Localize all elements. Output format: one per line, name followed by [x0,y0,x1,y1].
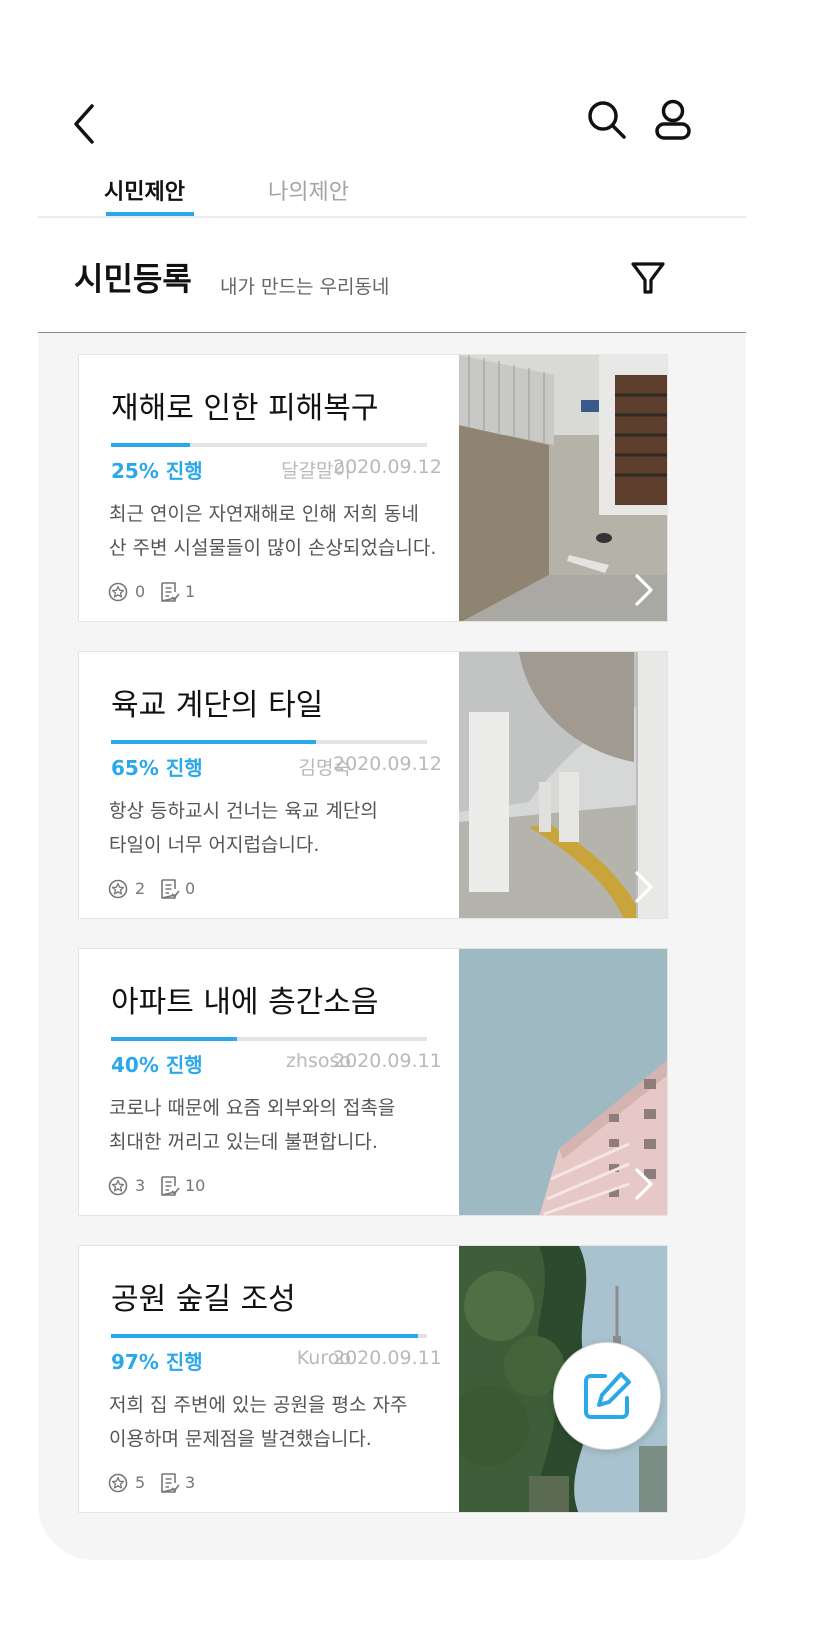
description-line: 코로나 때문에 요즘 외부와의 접촉을 [109,1097,396,1119]
proposal-title: 공원 숲길 조성 [111,1282,296,1317]
alley-with-fence-photo [459,355,667,621]
filter-button[interactable] [628,256,668,300]
app-screen: 시민제안 나의제안 시민등록 내가 만드는 우리동네 재해로 인한 피해복구 2… [38,0,746,1560]
like-count: 0 [135,582,146,601]
write-proposal-button[interactable] [553,1342,661,1450]
proposal-description: 항상 등하교시 건너는 육교 계단의 타일이 너무 어지럽습니다. [109,794,449,862]
section-title: 시민등록 [74,260,192,298]
description-line: 최근 연이은 자연재해로 인해 저희 동네 [109,503,419,525]
like-count: 5 [135,1473,146,1492]
comment-list-icon [161,582,180,602]
comment-count: 1 [185,582,196,601]
tab-citizen-proposals[interactable]: 시민제안 [104,174,185,206]
description-line: 항상 등하교시 건너는 육교 계단의 [109,800,378,822]
progress-bar [111,740,427,744]
proposal-title: 재해로 인한 피해복구 [111,391,379,426]
comment-count: 10 [185,1176,206,1195]
star-badge-icon [108,1176,128,1196]
description-line: 타일이 너무 어지럽습니다. [109,834,320,856]
like-count: 2 [135,879,146,898]
comment-list-icon [161,1176,180,1196]
section-subtitle: 내가 만드는 우리동네 [220,276,390,298]
description-line: 이용하며 문제점을 발견했습니다. [109,1428,372,1450]
description-line: 최대한 꺼리고 있는데 불편합니다. [109,1131,378,1153]
progress-fill [111,1334,418,1338]
progress-bar [111,443,427,447]
progress-label: 25% 진행 [111,459,203,483]
comment-list-icon [161,879,180,899]
proposal-description: 코로나 때문에 요즘 외부와의 접촉을 최대한 꺼리고 있는데 불편합니다. [109,1091,449,1159]
star-badge-icon [108,879,128,899]
progress-label: 65% 진행 [111,756,203,780]
description-line: 저희 집 주변에 있는 공원을 평소 자주 [109,1394,408,1416]
post-date: 2020.09.11 [333,1050,442,1072]
edit-icon [584,1372,631,1419]
section-header: 시민등록 내가 만드는 우리동네 [38,216,746,333]
chevron-left-icon [74,104,94,144]
progress-fill [111,1037,238,1041]
post-date: 2020.09.12 [333,456,442,478]
chevron-right-icon [635,1168,653,1200]
proposal-card[interactable]: 아파트 내에 층간소음 40% 진행 zhsoso 2020.09.11 코로나… [78,948,668,1216]
underpass-pillars-photo [459,652,667,918]
search-button[interactable] [584,98,634,148]
proposal-description: 최근 연이은 자연재해로 인해 저희 동네 산 주변 시설물들이 많이 손상되었… [109,497,449,565]
proposal-title: 육교 계단의 타일 [111,688,324,723]
back-button[interactable] [66,100,110,150]
like-count: 3 [135,1176,146,1195]
comment-list-icon [161,1473,180,1493]
proposal-card[interactable]: 재해로 인한 피해복구 25% 진행 달걀말이 2020.09.12 최근 연이… [78,354,668,622]
progress-label: 40% 진행 [111,1053,203,1077]
comment-count: 0 [185,879,196,898]
user-icon [655,99,691,140]
tab-my-proposals[interactable]: 나의제안 [268,174,349,206]
search-icon [588,101,626,139]
progress-bar [111,1334,427,1338]
star-badge-icon [108,1473,128,1493]
comment-count: 3 [185,1473,196,1492]
progress-label: 97% 진행 [111,1350,203,1374]
progress-bar [111,1037,427,1041]
proposal-description: 저희 집 주변에 있는 공원을 평소 자주 이용하며 문제점을 발견했습니다. [109,1388,449,1456]
proposal-title: 아파트 내에 층간소음 [111,985,379,1020]
tab-bar: 시민제안 나의제안 [38,170,746,218]
star-badge-icon [108,582,128,602]
profile-button[interactable] [650,98,696,148]
post-date: 2020.09.11 [333,1347,442,1369]
chevron-right-icon [635,871,653,903]
proposal-card[interactable]: 육교 계단의 타일 65% 진행 김명숙 2020.09.12 항상 등하교시 … [78,651,668,919]
description-line: 산 주변 시설물들이 많이 손상되었습니다. [109,537,437,559]
chevron-right-icon [635,574,653,606]
filter-icon [631,262,665,294]
post-date: 2020.09.12 [333,753,442,775]
progress-fill [111,740,317,744]
apartment-building-photo [459,949,667,1215]
progress-fill [111,443,190,447]
